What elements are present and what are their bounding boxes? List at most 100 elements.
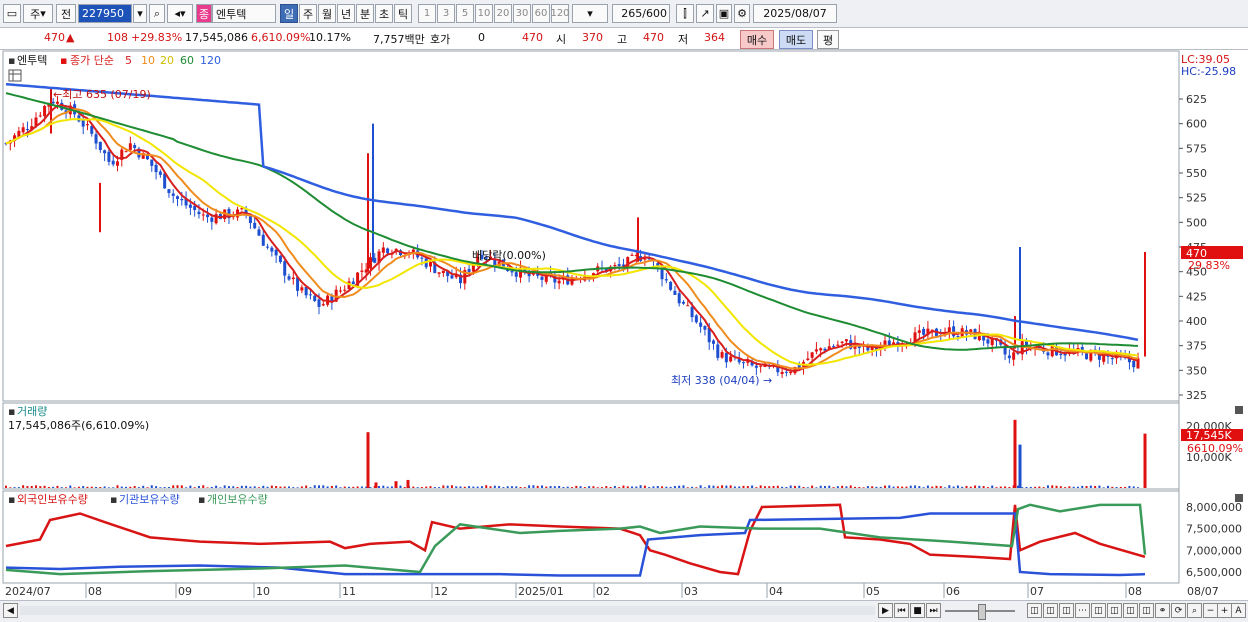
chart-tool-icon-3[interactable]: ◫: [1059, 603, 1074, 618]
volume-bar: [90, 486, 93, 488]
volume-bar: [729, 485, 732, 488]
volume-bar: [691, 486, 694, 488]
chart-tool-icon-6[interactable]: ◫: [1107, 603, 1122, 618]
volume-bar: [536, 485, 539, 488]
settings-icon[interactable]: ⚙: [734, 4, 750, 23]
ma60-label[interactable]: 60: [180, 54, 194, 67]
scroll-left-icon[interactable]: ◀: [3, 603, 18, 618]
volume-bar: [596, 487, 599, 488]
volume-bar: [468, 486, 471, 488]
candle-type-icon[interactable]: ⫿: [676, 4, 694, 23]
volume-bar: [257, 487, 260, 488]
candle-body: [300, 287, 304, 291]
volume-bar: [772, 485, 775, 488]
first-page-icon[interactable]: ⏮: [894, 603, 909, 618]
zoom-out-icon[interactable]: −: [1203, 603, 1218, 618]
volume-bar: [639, 485, 642, 488]
period-alt-button[interactable]: 전: [56, 4, 76, 23]
ma20-label[interactable]: 20: [160, 54, 174, 67]
ma120-label[interactable]: 120: [200, 54, 221, 67]
scroll-track[interactable]: [20, 606, 875, 615]
chart-tool-icon-2[interactable]: ◫: [1043, 603, 1058, 618]
up-arrow-icon: ▲: [66, 31, 75, 44]
volume-bar: [1059, 486, 1062, 488]
volume-bar: [493, 485, 496, 488]
volume-bar: [1021, 487, 1024, 488]
volume-bar: [969, 486, 972, 488]
tick-1-button[interactable]: 1: [418, 4, 436, 23]
tick-10-button[interactable]: 10: [475, 4, 493, 23]
period-day-button[interactable]: 일: [280, 4, 298, 23]
volume-bar: [77, 486, 80, 488]
volume-bar: [661, 486, 664, 488]
font-size-icon[interactable]: A: [1231, 603, 1246, 618]
volume-bar: [318, 485, 321, 488]
last-page-icon[interactable]: ⏭: [926, 603, 941, 618]
tick-120-button[interactable]: 120: [550, 4, 570, 23]
link-icon[interactable]: ⚭: [1155, 603, 1170, 618]
volume-close-icon[interactable]: [1235, 406, 1243, 414]
volume-bar: [146, 487, 149, 488]
price-tick-label: 325: [1186, 389, 1207, 402]
volume-bar: [823, 485, 826, 488]
chart-area[interactable]: 6256005755505255004754504254003753503252…: [0, 50, 1248, 600]
volume-bar: [751, 485, 754, 488]
inst-label: 기관보유수량: [119, 493, 180, 506]
hc-label: HC:-25.98: [1181, 65, 1236, 78]
sound-icon[interactable]: ◂▾: [167, 4, 193, 23]
tick-60-button[interactable]: 60: [532, 4, 550, 23]
code-dropdown-icon[interactable]: ▾: [133, 4, 147, 23]
volume-bar: [939, 486, 942, 488]
tick-30-button[interactable]: 30: [513, 4, 531, 23]
high-note: ←최고 635 (07/19): [53, 88, 151, 101]
volume-value: 17,545,086: [185, 31, 248, 44]
candle-body: [115, 161, 119, 166]
tick-20-button[interactable]: 20: [494, 4, 512, 23]
period-select[interactable]: 주 ▾: [23, 4, 53, 23]
code-input[interactable]: 227950: [78, 4, 132, 23]
period-week-button[interactable]: 주: [299, 4, 317, 23]
ma5-label[interactable]: 5: [125, 54, 132, 67]
volume-bar: [841, 485, 844, 488]
period-tick-button[interactable]: 틱: [394, 4, 412, 23]
chart-tool-icon-7[interactable]: ◫: [1123, 603, 1138, 618]
candle-body: [274, 249, 278, 256]
zoom-slider-handle[interactable]: [978, 604, 986, 620]
zoom-search-icon[interactable]: ⌕: [1187, 603, 1202, 618]
volume-bar: [112, 487, 115, 488]
scroll-right-icon[interactable]: ▶: [878, 603, 893, 618]
draw-tool-icon[interactable]: ↗: [696, 4, 714, 23]
x-axis-label: 02: [596, 585, 610, 598]
window-menu-icon[interactable]: ▭: [3, 4, 21, 23]
average-button[interactable]: 평: [817, 30, 839, 49]
chart-tool-icon-4[interactable]: ⋯: [1075, 603, 1090, 618]
zoom-in-icon[interactable]: +: [1217, 603, 1232, 618]
chart-tool-icon-5[interactable]: ◫: [1091, 603, 1106, 618]
count-field[interactable]: 265/600: [612, 4, 670, 23]
stock-name-field[interactable]: 엔투텍: [212, 4, 276, 23]
volume-bar: [142, 485, 145, 488]
sell-button[interactable]: 매도: [779, 30, 813, 49]
holding-close-icon[interactable]: [1235, 494, 1243, 502]
table-icon[interactable]: [8, 69, 22, 82]
save-icon[interactable]: ▣: [716, 4, 732, 23]
ma10-label[interactable]: 10: [141, 54, 155, 67]
date-field[interactable]: 2025/08/07: [753, 4, 837, 23]
volume-dot-icon: ▪: [8, 405, 15, 418]
stop-icon[interactable]: ■: [910, 603, 925, 618]
period-minute-button[interactable]: 분: [356, 4, 374, 23]
period-month-button[interactable]: 월: [318, 4, 336, 23]
tick-3-button[interactable]: 3: [437, 4, 455, 23]
volume-bar: [133, 486, 136, 488]
chart-tool-icon-1[interactable]: ◫: [1027, 603, 1042, 618]
chart-tool-icon-8[interactable]: ◫: [1139, 603, 1154, 618]
candle-body: [90, 126, 94, 134]
buy-button[interactable]: 매수: [740, 30, 774, 49]
volume-bar: [60, 487, 63, 488]
search-icon[interactable]: ⌕: [149, 4, 165, 23]
period-second-button[interactable]: 초: [375, 4, 393, 23]
custom-period-dropdown[interactable]: ▾: [572, 4, 608, 23]
refresh-icon[interactable]: ⟳: [1171, 603, 1186, 618]
period-year-button[interactable]: 년: [337, 4, 355, 23]
tick-5-button[interactable]: 5: [456, 4, 474, 23]
